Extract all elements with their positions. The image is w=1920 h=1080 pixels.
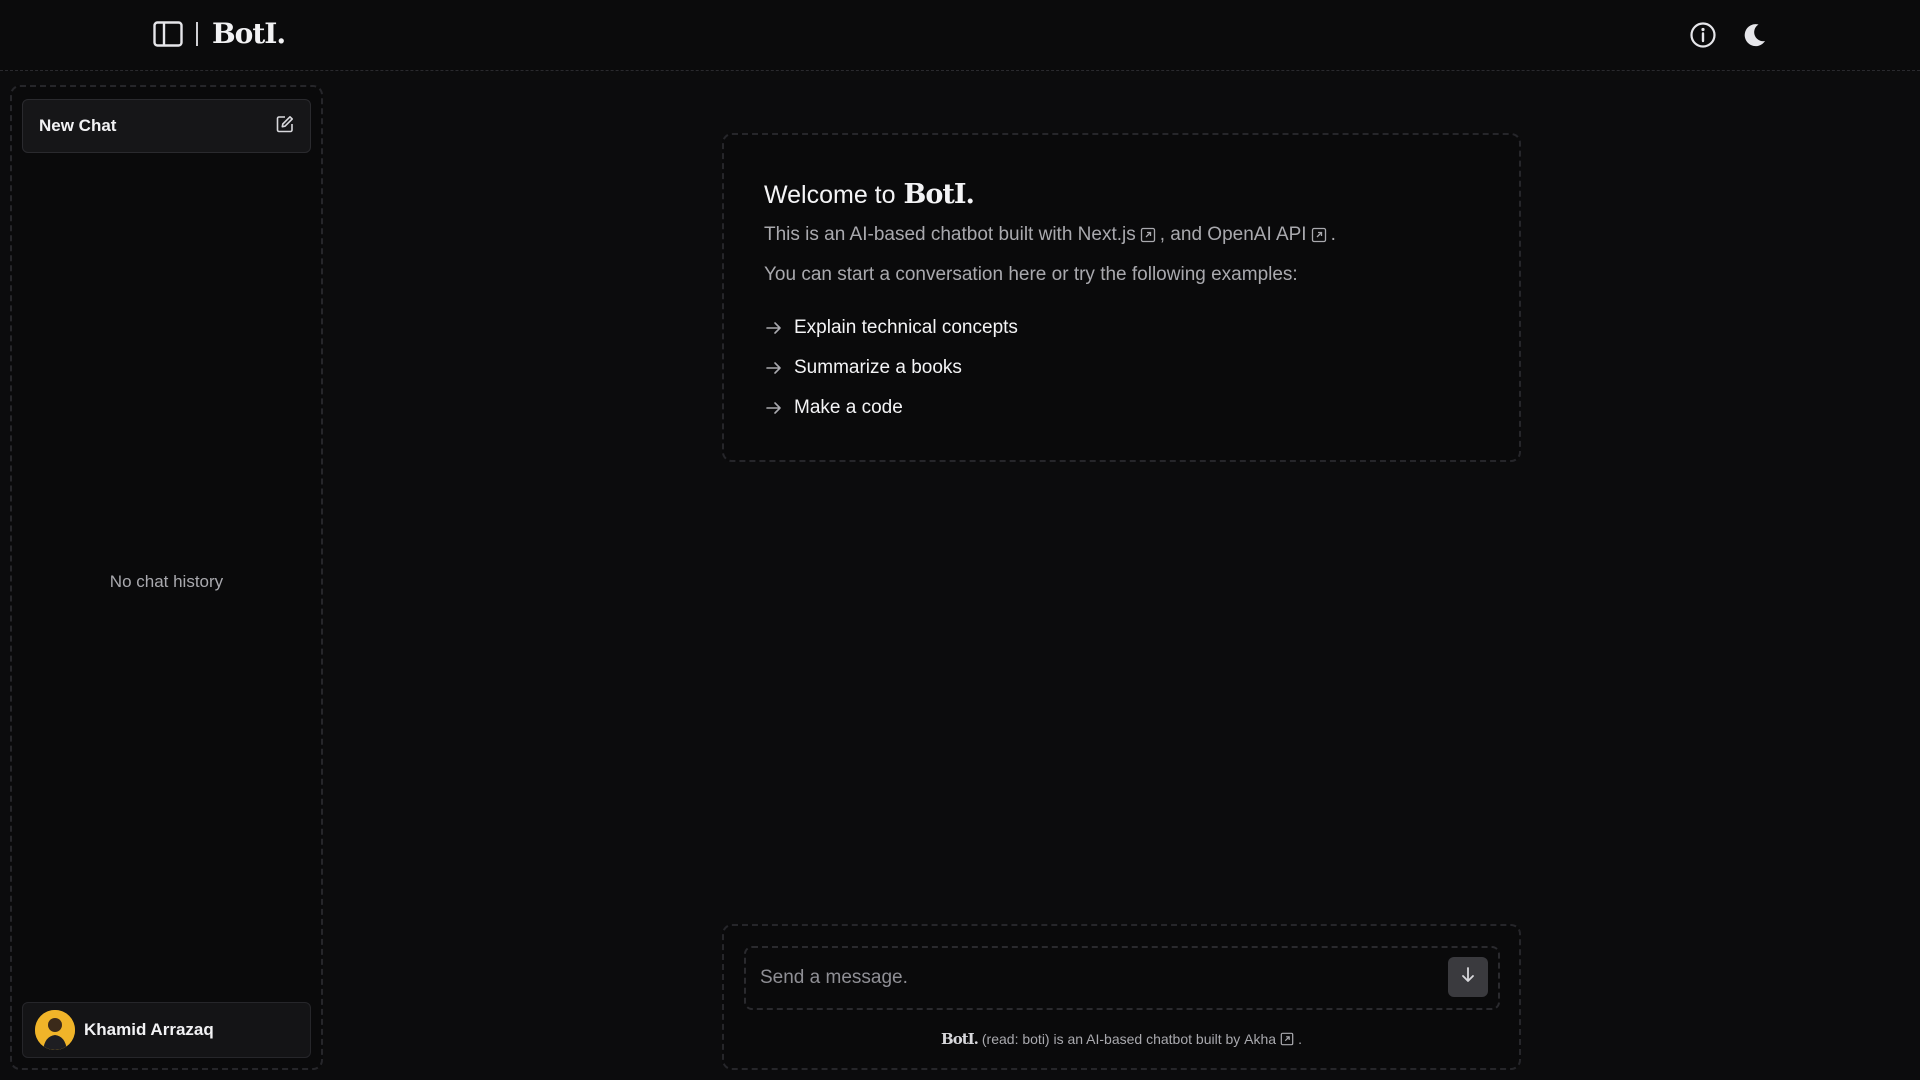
external-link-icon[interactable] — [1280, 1032, 1294, 1046]
intro-text: This is an AI-based chatbot built with N… — [764, 224, 1479, 246]
footnote-text: (read: boti) is an AI-based chatbot buil… — [981, 1031, 1241, 1047]
example-label: Make a code — [794, 397, 903, 418]
message-input[interactable] — [760, 948, 1440, 1008]
welcome-title-prefix: Welcome to — [764, 181, 896, 209]
example-explain-technical-concepts[interactable]: Explain technical concepts — [764, 308, 1479, 348]
send-button[interactable] — [1448, 957, 1488, 997]
sidebar: New Chat No chat history Khamid Arrazaq — [10, 85, 323, 1070]
examples-list: Explain technical concepts Summarize a b… — [764, 308, 1479, 428]
moon-icon[interactable] — [1740, 21, 1768, 49]
arrow-down-icon — [1459, 966, 1477, 989]
user-name: Khamid Arrazaq — [84, 1020, 214, 1039]
example-make-a-code[interactable]: Make a code — [764, 388, 1479, 428]
example-label: Explain technical concepts — [794, 317, 1018, 338]
footnote: BotI. (read: boti) is an AI-based chatbo… — [724, 1030, 1519, 1048]
nextjs-link[interactable]: Next.js — [1078, 224, 1136, 246]
new-chat-label: New Chat — [39, 116, 117, 135]
sidebar-toggle-icon[interactable] — [153, 21, 183, 47]
message-input-wrapper — [744, 946, 1500, 1010]
prompt-text: You can start a conversation here or try… — [764, 264, 1298, 285]
welcome-title: Welcome to BotI. — [764, 179, 1479, 210]
app-logo[interactable]: BotI. — [212, 17, 286, 50]
arrow-right-icon — [764, 318, 784, 338]
external-link-icon[interactable] — [1140, 227, 1156, 243]
user-profile-button[interactable]: Khamid Arrazaq — [22, 1002, 311, 1058]
arrow-right-icon — [764, 398, 784, 418]
top-bar: BotI. — [0, 0, 1920, 71]
openai-link[interactable]: OpenAI API — [1207, 224, 1306, 246]
external-link-icon[interactable] — [1311, 227, 1327, 243]
welcome-card: Welcome to BotI. This is an AI-based cha… — [722, 133, 1521, 462]
welcome-title-logo: BotI. — [903, 179, 975, 210]
message-composer: BotI. (read: boti) is an AI-based chatbo… — [722, 924, 1521, 1070]
intro-middle: , and — [1159, 224, 1203, 245]
author-link[interactable]: Akha — [1244, 1031, 1276, 1047]
edit-icon — [276, 115, 294, 138]
new-chat-button[interactable]: New Chat — [22, 99, 311, 153]
intro-suffix: . — [1330, 224, 1336, 245]
footnote-logo: BotI. — [941, 1030, 979, 1048]
intro-prefix: This is an AI-based chatbot built with — [764, 224, 1073, 245]
info-icon[interactable] — [1689, 21, 1717, 49]
footnote-suffix: . — [1298, 1031, 1302, 1047]
avatar — [35, 1010, 75, 1050]
empty-history-text: No chat history — [109, 572, 224, 591]
example-label: Summarize a books — [794, 357, 962, 378]
example-summarize-a-books[interactable]: Summarize a books — [764, 348, 1479, 388]
arrow-right-icon — [764, 358, 784, 378]
header-divider — [196, 22, 198, 46]
